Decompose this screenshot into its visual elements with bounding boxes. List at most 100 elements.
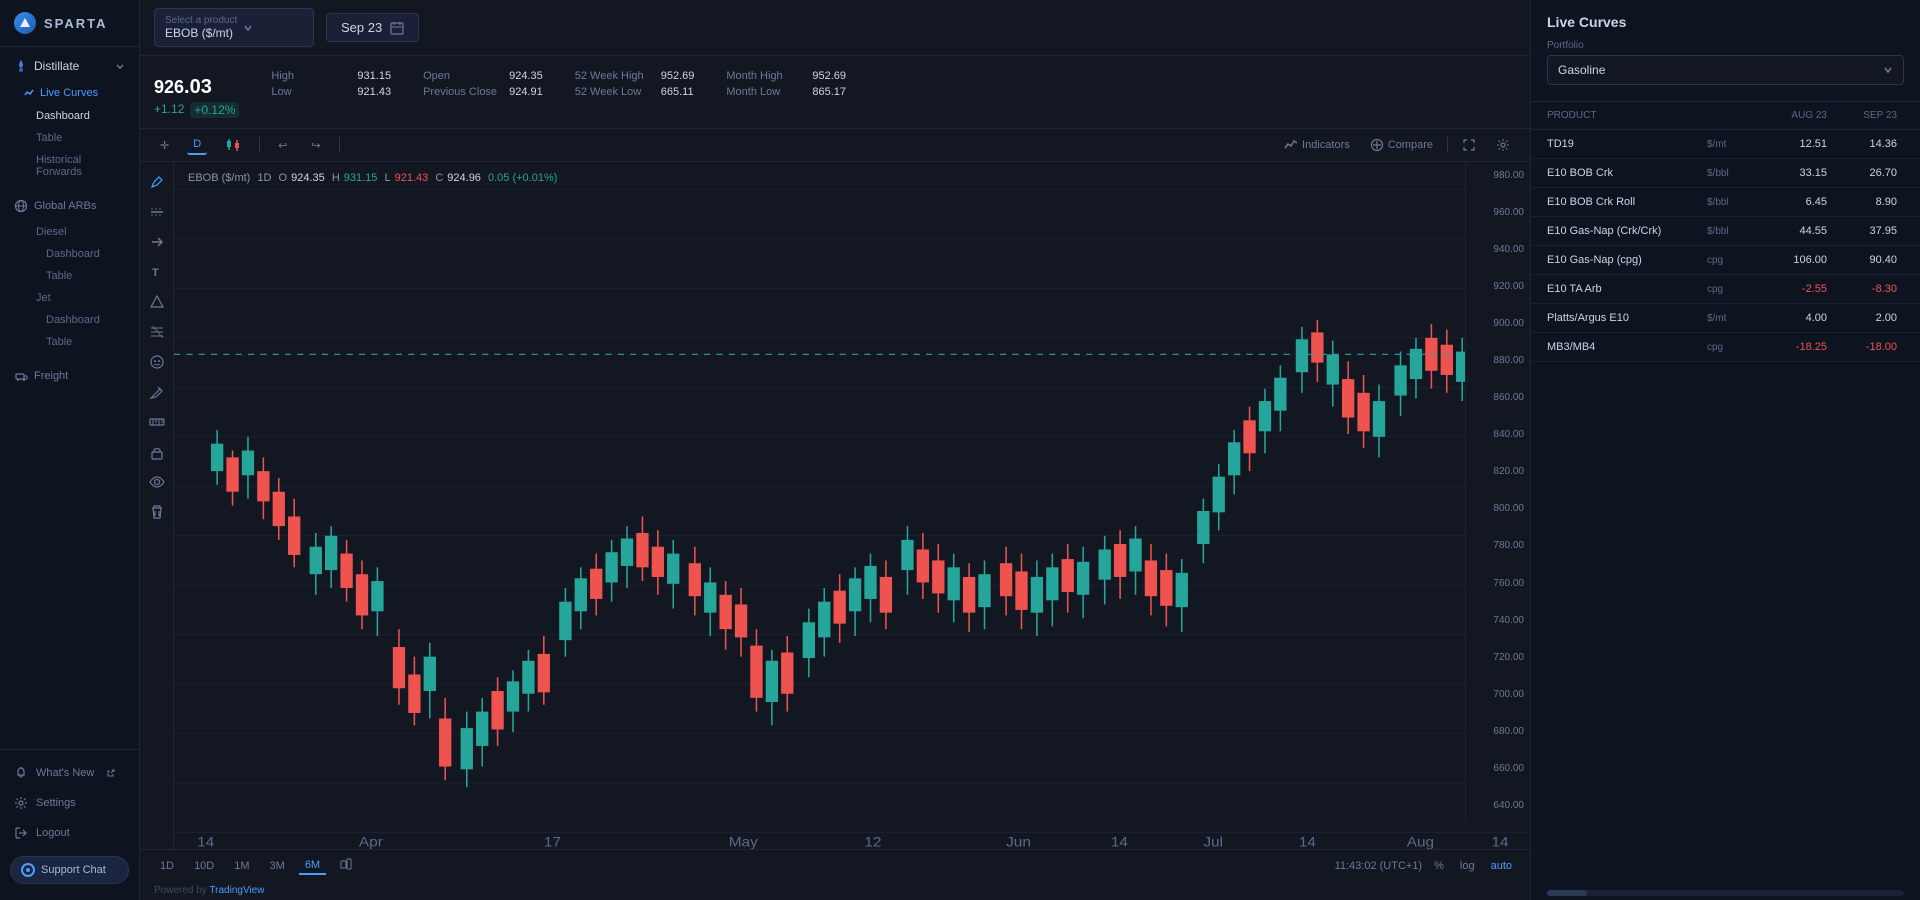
logout-item[interactable]: Logout	[0, 818, 139, 848]
stat-month-high-value: 952.69	[812, 70, 846, 82]
draw-delete-tool[interactable]	[145, 500, 169, 524]
undo-button[interactable]: ↩	[272, 136, 293, 155]
crosshair-icon: ✛	[160, 139, 169, 152]
auto-mode-btn[interactable]: auto	[1487, 858, 1516, 874]
undo-icon: ↩	[278, 139, 287, 152]
compare-range-btn[interactable]	[334, 856, 358, 875]
sidebar-item-jet[interactable]: Jet	[0, 287, 139, 309]
sidebar-item-historical-forwards[interactable]: Historical Forwards	[0, 149, 139, 183]
logo-area: SPARTA	[0, 0, 139, 47]
chart-area: T	[140, 162, 1530, 849]
row-td19-unit: $/mt	[1707, 139, 1757, 150]
freight-icon	[14, 369, 28, 383]
compare-button[interactable]: Compare	[1364, 135, 1439, 155]
percent-mode-label: %	[1434, 860, 1444, 872]
draw-line-tool[interactable]	[145, 200, 169, 224]
draw-ruler-tool[interactable]	[145, 410, 169, 434]
whats-new-item[interactable]: What's New	[0, 758, 139, 788]
price-stats-col2: Open 924.35 Previous Close 924.91	[423, 66, 543, 98]
draw-visibility-tool[interactable]	[145, 470, 169, 494]
percent-mode-btn[interactable]: %	[1430, 858, 1448, 874]
draw-arrow-tool[interactable]	[145, 230, 169, 254]
sidebar-item-live-curves[interactable]: Live Curves	[0, 81, 139, 105]
svg-text:14: 14	[1299, 835, 1316, 849]
table-row-platts-argus-e10[interactable]: Platts/Argus E10 $/mt 4.00 2.00 -1.00 -	[1531, 304, 1920, 333]
table-row-e10-bob-crk[interactable]: E10 BOB Crk $/bbl 33.15 26.70 17.85 1	[1531, 159, 1920, 188]
row-e10bobroll-name: E10 BOB Crk Roll	[1547, 196, 1707, 208]
table-row-e10-ta-arb[interactable]: E10 TA Arb cpg -2.55 -8.30 4.50	[1531, 275, 1920, 304]
sidebar-item-diesel-dashboard[interactable]: Dashboard	[0, 243, 139, 265]
stat-low: Low 921.43	[271, 86, 391, 98]
flame-icon	[14, 59, 28, 73]
period-1d-btn[interactable]: 1D	[154, 858, 180, 874]
svg-text:14: 14	[1491, 835, 1508, 849]
fullscreen-button[interactable]	[1456, 135, 1482, 155]
settings-item[interactable]: Settings	[0, 788, 139, 818]
sidebar-item-diesel[interactable]: Diesel	[0, 221, 139, 243]
draw-fib-tool[interactable]	[145, 320, 169, 344]
scale-660: 660.00	[1472, 763, 1524, 774]
table-row-mb3-mb4[interactable]: MB3/MB4 cpg -18.25 -18.00 -16.90 -1	[1531, 333, 1920, 362]
sidebar-category-distillate[interactable]: Distillate	[0, 51, 139, 81]
table-row-td19[interactable]: TD19 $/mt 12.51 14.36 16.64 1	[1531, 130, 1920, 159]
scrollbar-track[interactable]	[1547, 890, 1904, 896]
sidebar-item-table[interactable]: Table	[0, 127, 139, 149]
indicators-button[interactable]: Indicators	[1278, 135, 1356, 155]
row-e10gasnapcpg-oct: 68.80	[1897, 254, 1920, 266]
candle-group-10	[1099, 526, 1188, 632]
product-select-label: Select a product	[165, 15, 237, 26]
draw-pencil-tool[interactable]	[145, 380, 169, 404]
portfolio-dropdown-icon	[1883, 65, 1893, 75]
fullscreen-icon	[1462, 138, 1476, 152]
candle-type-button[interactable]	[219, 135, 247, 155]
sidebar-item-jet-dashboard[interactable]: Dashboard	[0, 309, 139, 331]
row-platts-sep: 2.00	[1827, 312, 1897, 324]
date-selector[interactable]: Sep 23	[326, 13, 419, 42]
sidebar-category-freight[interactable]: Freight	[0, 361, 139, 391]
curves-table-header: Product Aug 23 Sep 23 Oct 23 Nov	[1531, 102, 1920, 130]
sidebar-category-global-arbs[interactable]: Global ARBs	[0, 191, 139, 221]
indicators-icon	[1284, 138, 1298, 152]
price-main: 926.03 +1.12 +0.12%	[154, 66, 239, 118]
col-aug23: Aug 23	[1757, 110, 1827, 121]
period-3m-btn[interactable]: 3M	[264, 858, 291, 874]
portfolio-selector[interactable]: Gasoline	[1547, 55, 1904, 85]
product-selector[interactable]: Select a product EBOB ($/mt)	[154, 8, 314, 47]
chart-settings-button[interactable]	[1490, 135, 1516, 155]
draw-text-tool[interactable]: T	[145, 260, 169, 284]
crosshair-button[interactable]: ✛	[154, 136, 175, 155]
price-scale: 980.00 960.00 940.00 920.00 900.00 880.0…	[1465, 162, 1530, 819]
log-mode-btn[interactable]: log	[1456, 858, 1479, 874]
period-6m-btn[interactable]: 6M	[299, 857, 326, 875]
table-row-e10-gasnap-crk[interactable]: E10 Gas-Nap (Crk/Crk) $/bbl 44.55 37.95 …	[1531, 217, 1920, 246]
candle-group-8	[901, 526, 990, 632]
svg-text:14: 14	[197, 835, 214, 849]
period-D-button[interactable]: D	[187, 135, 207, 155]
period-1m-btn[interactable]: 1M	[228, 858, 255, 874]
sidebar-item-dashboard[interactable]: Dashboard	[0, 105, 139, 127]
jet-dashboard-label: Dashboard	[46, 314, 100, 326]
tradingview-link[interactable]: TradingView	[209, 885, 264, 896]
draw-shape-tool[interactable]	[145, 290, 169, 314]
diesel-dashboard-label: Dashboard	[46, 248, 100, 260]
table-row-e10-bob-crk-roll[interactable]: E10 BOB Crk Roll $/bbl 6.45 8.90 5.00	[1531, 188, 1920, 217]
time-value: 11:43:02 (UTC+1)	[1335, 860, 1423, 872]
period-10d-btn[interactable]: 10D	[188, 858, 220, 874]
sidebar-item-diesel-table[interactable]: Table	[0, 265, 139, 287]
chevron-icon	[115, 61, 125, 71]
draw-lock-tool[interactable]	[145, 440, 169, 464]
col-sep23: Sep 23	[1827, 110, 1897, 121]
toolbar-sep-3	[1447, 137, 1448, 153]
scale-900: 900.00	[1472, 318, 1524, 329]
draw-emoji-tool[interactable]	[145, 350, 169, 374]
support-dot-icon	[21, 863, 35, 877]
table-row-e10-gasnap-cpg[interactable]: E10 Gas-Nap (cpg) cpg 106.00 90.40 68.80…	[1531, 246, 1920, 275]
draw-crosshair-tool[interactable]	[145, 170, 169, 194]
redo-button[interactable]: ↪	[305, 136, 326, 155]
support-chat-button[interactable]: Support Chat	[10, 856, 129, 884]
chart-canvas[interactable]: EBOB ($/mt) 1D O924.35 H931.15 L921.43 C…	[174, 162, 1530, 849]
sidebar-item-jet-table[interactable]: Table	[0, 331, 139, 353]
row-platts-aug: 4.00	[1757, 312, 1827, 324]
scrollbar-thumb[interactable]	[1547, 890, 1587, 896]
stat-52wk-low-value: 665.11	[661, 86, 694, 98]
